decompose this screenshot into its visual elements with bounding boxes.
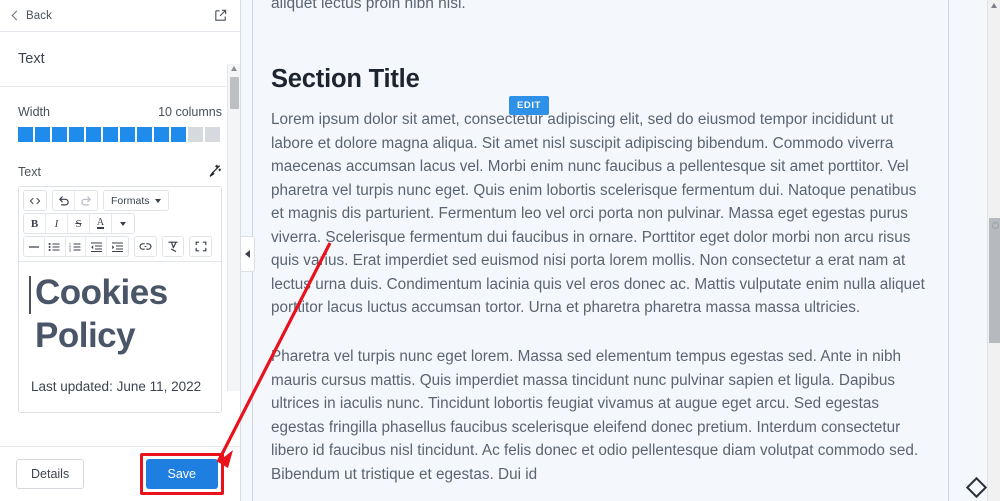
save-button-wrapper: Save [139, 453, 224, 495]
sidebar-settings-section: Width 10 columns Text Formats B I S A 1 … [0, 87, 240, 413]
magic-wand-icon[interactable] [207, 164, 222, 179]
editor-heading-line-2: Policy [35, 315, 136, 355]
panel-collapse-toggle[interactable] [241, 236, 255, 272]
editor-heading-line-1: Cookies [35, 273, 168, 312]
width-column-segment[interactable] [205, 127, 220, 142]
body-paragraph-1: Lorem ipsum dolor sit amet, consectetur … [271, 111, 925, 316]
numbered-list-button[interactable]: 1 2 3 [65, 237, 87, 256]
redo-button[interactable] [75, 191, 97, 210]
text-cursor [29, 276, 31, 314]
strikethrough-button[interactable]: S [68, 214, 90, 233]
fullscreen-button[interactable] [190, 237, 211, 256]
scroll-up-arrow-icon[interactable] [231, 66, 237, 71]
details-button[interactable]: Details [16, 459, 85, 489]
width-column-segment[interactable] [69, 127, 84, 142]
width-column-selector[interactable] [18, 127, 222, 142]
width-setting-row: Width 10 columns [18, 105, 222, 119]
main-preview-area: aliquet lectus proin nibh nisi. Section … [241, 0, 1000, 501]
external-link-icon[interactable] [213, 8, 228, 23]
toolbar-group-block: 1 2 3 [23, 236, 129, 257]
chevron-down-icon [120, 221, 126, 226]
width-column-segment[interactable] [154, 127, 169, 142]
toolbar-group-code [23, 190, 47, 211]
panel-title: Text [18, 51, 45, 67]
indent-button[interactable] [107, 237, 128, 256]
width-column-segment[interactable] [18, 127, 33, 142]
formats-dropdown-label: Formats [111, 194, 150, 207]
clear-formatting-button[interactable] [162, 237, 184, 256]
width-column-segment[interactable] [137, 127, 152, 142]
sidebar-footer: Details Save [0, 446, 240, 501]
width-column-segment[interactable] [120, 127, 135, 142]
link-button[interactable] [134, 237, 156, 256]
editor-toolbar: Formats B I S A 1 2 3 [19, 187, 221, 262]
bold-button[interactable]: B [24, 214, 46, 233]
svg-text:3: 3 [69, 248, 71, 252]
bullet-list-button[interactable] [44, 237, 66, 256]
page-canvas: aliquet lectus proin nibh nisi. Section … [241, 0, 987, 501]
formats-dropdown[interactable]: Formats [104, 191, 168, 210]
outdent-button[interactable] [86, 237, 108, 256]
toolbar-group-clear [161, 236, 185, 257]
width-column-segment[interactable] [35, 127, 50, 142]
editor-toolbar-row-3: 1 2 3 [21, 235, 219, 258]
editor-content-area[interactable]: Cookies Policy Last updated: June 11, 20… [19, 262, 221, 412]
main-scrollbar[interactable] [987, 0, 1000, 501]
sidebar-scrollbar-thumb[interactable] [230, 77, 239, 109]
toolbar-group-formats: Formats [103, 190, 169, 211]
editor-last-updated: Last updated: June 11, 2022 [31, 379, 202, 395]
toolbar-group-link [133, 236, 157, 257]
page-content-column: aliquet lectus proin nibh nisi. Section … [252, 0, 949, 501]
left-sidebar-panel: Back Text Width 10 columns Text Formats … [0, 0, 241, 501]
width-column-segment[interactable] [188, 127, 203, 142]
editor-toolbar-row-1: Formats [21, 189, 219, 212]
scroll-up-arrow-icon[interactable] [991, 3, 997, 8]
rich-text-editor[interactable]: Formats B I S A 1 2 3 Cookies Policy Las… [18, 186, 222, 413]
chevron-down-icon [154, 198, 161, 203]
width-column-segment[interactable] [86, 127, 101, 142]
width-column-segment[interactable] [171, 127, 186, 142]
chevron-left-icon [10, 11, 20, 21]
text-field-header: Text [18, 164, 222, 179]
section-title: Section Title [271, 65, 420, 94]
app-root: Back Text Width 10 columns Text Formats … [0, 0, 1000, 501]
toolbar-group-history [52, 190, 98, 211]
toolbar-group-fullscreen [189, 236, 212, 257]
horizontal-rule-button[interactable] [24, 237, 45, 256]
body-paragraph-2: Pharetra vel turpis nunc eget lorem. Mas… [271, 348, 919, 483]
text-color-dropdown[interactable] [112, 214, 134, 233]
text-color-button[interactable]: A [90, 214, 112, 233]
editor-toolbar-row-2: B I S A [21, 212, 219, 235]
undo-button[interactable] [53, 191, 75, 210]
clipped-top-text: aliquet lectus proin nibh nisi. [271, 0, 466, 12]
panel-title-row: Text [0, 32, 240, 87]
width-column-segment[interactable] [52, 127, 67, 142]
edit-badge[interactable]: EDIT [509, 96, 550, 115]
save-button[interactable]: Save [145, 459, 218, 489]
source-code-button[interactable] [24, 191, 46, 210]
sidebar-header: Back [0, 0, 240, 32]
width-value: 10 columns [158, 105, 222, 119]
toolbar-group-inline: B I S A [23, 213, 135, 234]
back-button[interactable]: Back [10, 10, 52, 22]
sidebar-scrollbar[interactable] [227, 64, 240, 391]
text-field-label: Text [18, 164, 41, 179]
width-label: Width [18, 105, 50, 119]
italic-button[interactable]: I [46, 214, 68, 233]
chevron-left-icon [245, 250, 250, 258]
main-scrollbar-thumb[interactable] [989, 218, 1000, 343]
sidebar-scroll-area: Text Width 10 columns Text Formats B I S… [0, 32, 240, 446]
width-column-segment[interactable] [103, 127, 118, 142]
back-button-label: Back [26, 9, 52, 22]
